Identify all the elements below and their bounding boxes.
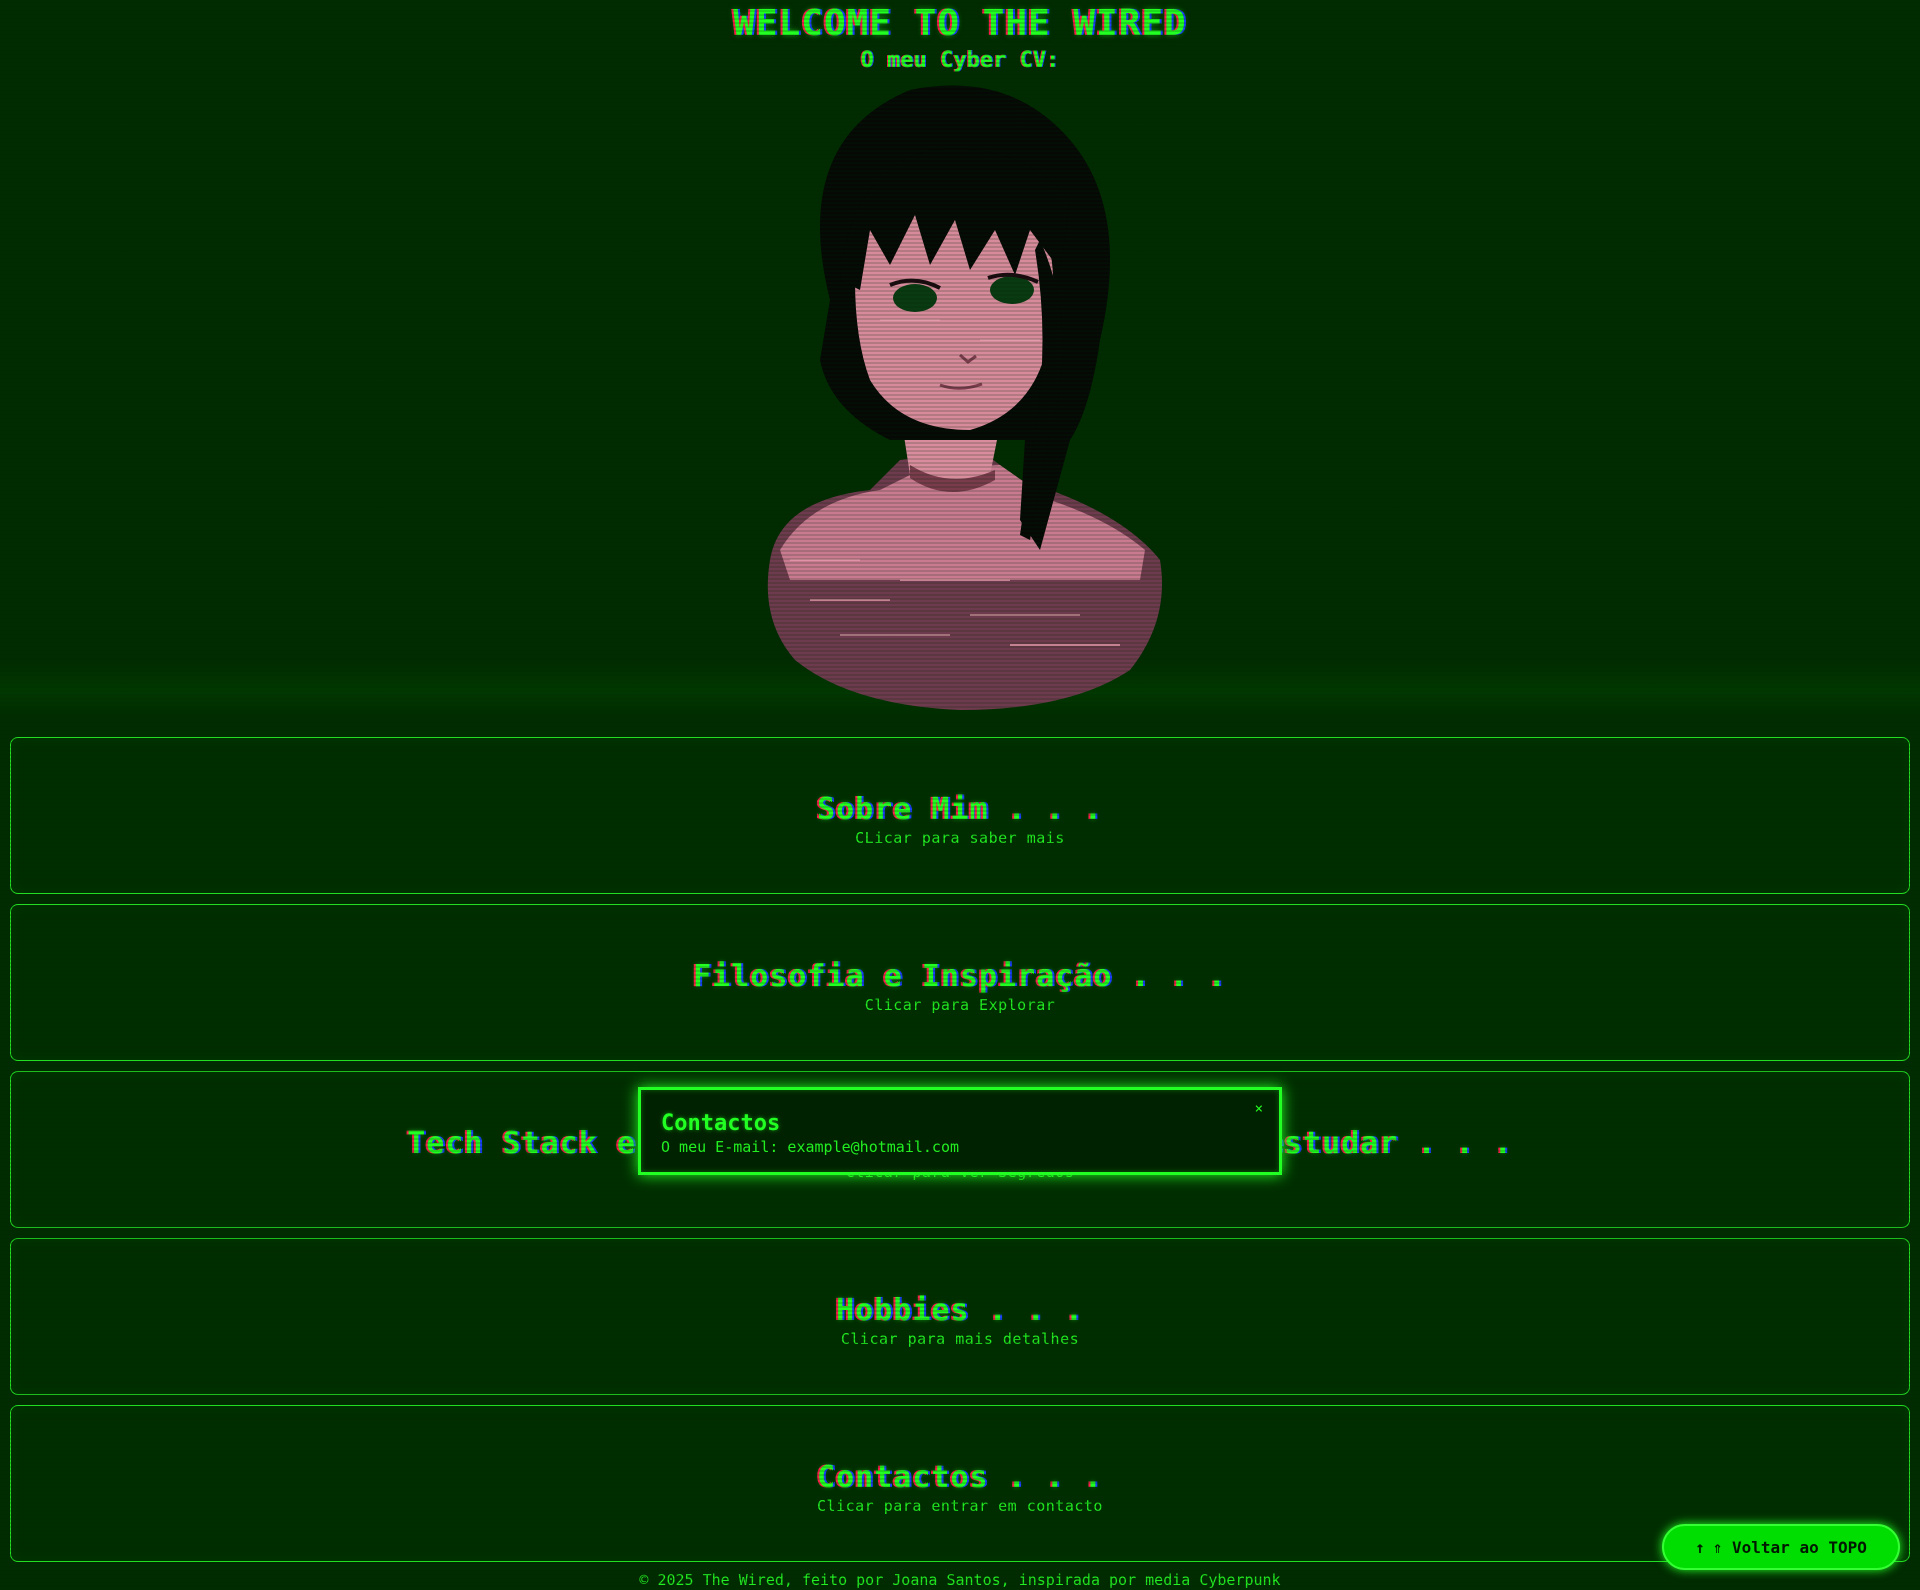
arrow-up-icon: ↑ (1695, 1537, 1705, 1557)
modal-title: Contactos (661, 1111, 781, 1136)
section-hint: Clicar para mais detalhes (840, 1329, 1080, 1348)
section-hint: CLicar para saber mais (855, 828, 1065, 847)
site-footer: © 2025 The Wired, feito por Joana Santos… (0, 1571, 1920, 1589)
back-to-top-button[interactable]: ↑ ⇑ Voltar ao TOPO (1662, 1524, 1900, 1570)
section-title: Filosofia e Inspiração . . . (693, 958, 1227, 994)
section-title: Sobre Mim . . . (817, 791, 1103, 827)
site-header: WELCOME TO THE WIRED O meu Cyber CV: (0, 0, 1920, 74)
contact-modal: × Contactos O meu E-mail: example@hotmai… (638, 1087, 1282, 1175)
portrait-image (750, 80, 1170, 720)
footer-text: © 2025 The Wired, feito por Joana Santos… (639, 1571, 1281, 1589)
site-title: WELCOME TO THE WIRED (733, 3, 1187, 44)
modal-email-text: O meu E-mail: example@hotmail.com (661, 1138, 960, 1156)
section-title: Hobbies . . . (836, 1292, 1084, 1328)
section-hint: Clicar para Explorar (864, 995, 1056, 1014)
section-card-contactos[interactable]: Contactos . . . Clicar para entrar em co… (10, 1405, 1910, 1562)
section-card-filosofia[interactable]: Filosofia e Inspiração . . . Clicar para… (10, 904, 1910, 1061)
back-to-top-label: ⇑ Voltar ao TOPO (1712, 1537, 1867, 1557)
site-subtitle: O meu Cyber CV: (860, 48, 1060, 73)
section-hint: Clicar para entrar em contacto (817, 1496, 1103, 1515)
close-icon[interactable]: × (1255, 1102, 1263, 1116)
section-title: Contactos . . . (817, 1459, 1103, 1495)
section-card-hobbies[interactable]: Hobbies . . . Clicar para mais detalhes (10, 1238, 1910, 1395)
section-card-sobre-mim[interactable]: Sobre Mim . . . CLicar para saber mais (10, 737, 1910, 894)
